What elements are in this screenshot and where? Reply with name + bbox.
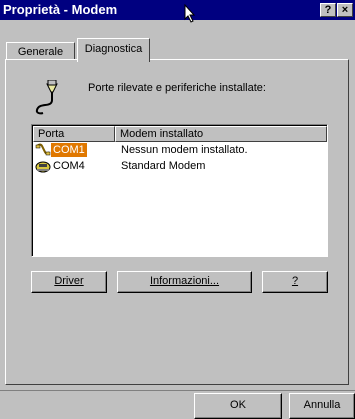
mouse-pointer-icon (184, 4, 196, 23)
ports-list[interactable]: Porta Modem installato COM1 Nessun modem… (31, 124, 328, 257)
driver-button[interactable]: Driver (31, 271, 107, 293)
modem-cell: Nessun modem installato. (121, 144, 248, 156)
help-button[interactable]: ? (262, 271, 328, 293)
modem-icon (35, 161, 51, 173)
serial-cable-icon (35, 143, 51, 156)
modem-port-icon (35, 80, 58, 115)
title-bar[interactable]: Proprietà - Modem ? × (0, 0, 355, 20)
section-heading: Porte rilevate e periferiche installate: (88, 82, 266, 94)
driver-label: Driver (54, 275, 84, 287)
separator (0, 390, 355, 391)
informazioni-label: Informazioni... (149, 275, 220, 287)
informazioni-button[interactable]: Informazioni... (117, 271, 252, 293)
column-header-modem[interactable]: Modem installato (115, 126, 327, 142)
port-cell: COM4 (53, 160, 85, 172)
cancel-button[interactable]: Annulla (289, 393, 355, 419)
modem-cell: Standard Modem (121, 160, 206, 172)
port-cell: COM1 (51, 143, 87, 157)
help-label: ? (291, 275, 299, 287)
list-item[interactable]: COM1 Nessun modem installato. (33, 143, 328, 158)
ok-button[interactable]: OK (194, 393, 282, 419)
close-button[interactable]: × (337, 3, 353, 17)
column-header-porta[interactable]: Porta (33, 126, 115, 142)
list-item[interactable]: COM4 Standard Modem (33, 159, 328, 174)
window-title: Proprietà - Modem (3, 2, 118, 17)
help-title-button[interactable]: ? (320, 3, 336, 17)
tab-diagnostica[interactable]: Diagnostica (77, 38, 150, 62)
